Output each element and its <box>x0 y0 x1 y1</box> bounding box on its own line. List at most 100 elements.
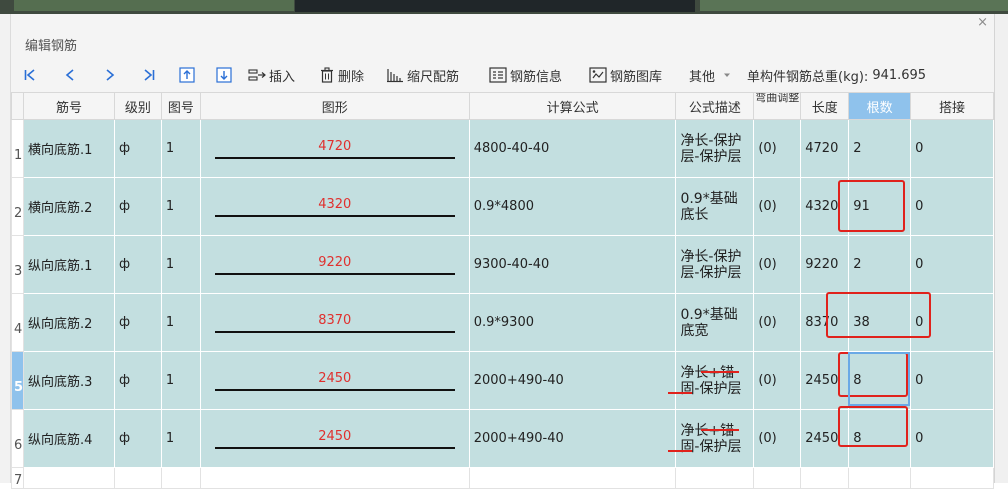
row-number[interactable]: 7 <box>10 467 25 489</box>
cell-lap[interactable]: 0 <box>910 177 994 236</box>
cell-figure-number[interactable]: 1 <box>160 177 201 236</box>
cell-bend-adjust[interactable]: (0) <box>753 235 802 294</box>
total-weight-label: 单构件钢筋总重(kg): <box>747 69 869 85</box>
cell-bend-adjust[interactable]: (0) <box>753 409 802 468</box>
cell-grade[interactable]: ф <box>113 409 162 468</box>
empty-cell[interactable] <box>23 467 115 489</box>
cell-formula[interactable]: 2000+490-40 <box>468 351 677 410</box>
cell-lap[interactable]: 0 <box>910 351 994 410</box>
cell-figure-number[interactable]: 1 <box>160 409 201 468</box>
cell-grade[interactable]: ф <box>113 293 162 352</box>
cell-lap[interactable]: 0 <box>910 119 994 178</box>
prev-record-button[interactable] <box>63 62 77 88</box>
col-header-bar-number[interactable]: 筋号 <box>23 92 115 120</box>
first-record-icon <box>24 69 35 81</box>
cell-count[interactable]: 2 <box>848 235 912 294</box>
empty-cell[interactable] <box>848 467 912 489</box>
move-down-button[interactable] <box>216 62 232 88</box>
empty-cell[interactable] <box>468 467 677 489</box>
cell-shape[interactable]: 2450 <box>199 409 470 468</box>
last-record-button[interactable] <box>142 62 156 88</box>
cell-figure-number[interactable]: 1 <box>160 119 201 178</box>
row-number[interactable]: 6 <box>10 409 25 468</box>
cell-bar-number[interactable]: 纵向底筋.2 <box>23 293 115 352</box>
cell-figure-number[interactable]: 1 <box>160 235 201 294</box>
cell-formula[interactable]: 4800-40-40 <box>468 119 677 178</box>
next-record-button[interactable] <box>103 62 117 88</box>
close-button[interactable]: × <box>977 14 988 32</box>
col-header-grade[interactable]: 级别 <box>113 92 162 120</box>
row-number[interactable]: 4 <box>10 293 25 352</box>
col-header-bend-adjust[interactable]: 弯曲调整 <box>753 92 802 120</box>
empty-cell[interactable] <box>160 467 201 489</box>
col-header-shape[interactable]: 图形 <box>199 92 470 120</box>
cell-bar-number[interactable]: 横向底筋.1 <box>23 119 115 178</box>
row-number-label: 5 <box>14 380 24 395</box>
cell-shape[interactable]: 4320 <box>199 177 470 236</box>
col-header-formula[interactable]: 计算公式 <box>468 92 677 120</box>
row-number[interactable]: 2 <box>10 177 25 236</box>
count-highlight-row-6 <box>838 406 908 447</box>
move-up-button[interactable] <box>179 62 195 88</box>
cell-lap[interactable]: 0 <box>910 409 994 468</box>
empty-cell[interactable] <box>199 467 470 489</box>
cell-bend-adjust[interactable]: (0) <box>753 177 802 236</box>
empty-cell[interactable] <box>113 467 162 489</box>
empty-table-row[interactable]: 7 <box>10 467 994 489</box>
cell-formula[interactable]: 0.9*4800 <box>468 177 677 236</box>
cell-formula-description[interactable]: 净长-保护层-保护层 <box>675 119 755 178</box>
cell-shape[interactable]: 9220 <box>199 235 470 294</box>
table-row[interactable]: 3 纵向底筋.1 ф 1 9220 9300-40-40 净长-保护层-保护层 (0) 9220… <box>10 235 994 294</box>
cell-formula-description[interactable]: 净长-保护层-保护层 <box>675 235 755 294</box>
cell-formula-description[interactable]: 净长+锚固-保护层 <box>675 351 755 410</box>
cell-length[interactable]: 4720 <box>800 119 850 178</box>
row-number[interactable]: 3 <box>10 235 25 294</box>
rebar-library-button[interactable]: 钢筋图库 <box>589 62 662 88</box>
cell-formula[interactable]: 0.9*9300 <box>468 293 677 352</box>
first-record-button[interactable] <box>23 62 37 88</box>
cell-figure-number[interactable]: 1 <box>160 351 201 410</box>
col-header-count[interactable]: 根数 <box>848 92 912 120</box>
scale-rebar-button[interactable]: 缩尺配筋 <box>386 62 459 88</box>
cell-formula[interactable]: 2000+490-40 <box>468 409 677 468</box>
rebar-shape-figure: 4720 <box>214 139 455 159</box>
cell-formula-description[interactable]: 净长+锚固-保护层 <box>675 409 755 468</box>
col-header-formula-description[interactable]: 公式描述 <box>675 92 755 120</box>
cell-formula-description[interactable]: 0.9*基础底宽 <box>675 293 755 352</box>
empty-cell[interactable] <box>910 467 994 489</box>
table-row[interactable]: 1 横向底筋.1 ф 1 4720 4800-40-40 净长-保护层-保护层 (0) 4720… <box>10 119 994 178</box>
cell-length[interactable]: 9220 <box>800 235 850 294</box>
col-header-figure-number[interactable]: 图号 <box>160 92 201 120</box>
cell-formula-description[interactable]: 0.9*基础底长 <box>675 177 755 236</box>
row-number[interactable]: 1 <box>10 119 25 178</box>
cell-grade[interactable]: ф <box>113 235 162 294</box>
cell-bend-adjust[interactable]: (0) <box>753 293 802 352</box>
cell-lap[interactable]: 0 <box>910 235 994 294</box>
cell-grade[interactable]: ф <box>113 351 162 410</box>
col-header-lap[interactable]: 搭接 <box>910 92 994 120</box>
cell-shape[interactable]: 8370 <box>199 293 470 352</box>
cell-grade[interactable]: ф <box>113 119 162 178</box>
cell-bar-number[interactable]: 纵向底筋.4 <box>23 409 115 468</box>
cell-formula[interactable]: 9300-40-40 <box>468 235 677 294</box>
other-dropdown[interactable]: 其他 <box>689 62 733 88</box>
cell-figure-number[interactable]: 1 <box>160 293 201 352</box>
insert-button[interactable]: 插入 <box>248 62 295 88</box>
cell-bar-number[interactable]: 纵向底筋.3 <box>23 351 115 410</box>
cell-bend-adjust[interactable]: (0) <box>753 119 802 178</box>
cell-count[interactable]: 2 <box>848 119 912 178</box>
cell-shape[interactable]: 2450 <box>199 351 470 410</box>
right-panel-edge <box>994 14 1008 483</box>
cell-bar-number[interactable]: 横向底筋.2 <box>23 177 115 236</box>
rebar-info-button[interactable]: 钢筋信息 <box>489 62 562 88</box>
empty-cell[interactable] <box>675 467 755 489</box>
cell-shape[interactable]: 4720 <box>199 119 470 178</box>
cell-bend-adjust[interactable]: (0) <box>753 351 802 410</box>
row-number[interactable]: 5 <box>10 351 25 410</box>
empty-cell[interactable] <box>753 467 802 489</box>
col-header-length[interactable]: 长度 <box>800 92 850 120</box>
empty-cell[interactable] <box>800 467 850 489</box>
cell-grade[interactable]: ф <box>113 177 162 236</box>
cell-bar-number[interactable]: 纵向底筋.1 <box>23 235 115 294</box>
delete-button[interactable]: 删除 <box>319 62 364 88</box>
